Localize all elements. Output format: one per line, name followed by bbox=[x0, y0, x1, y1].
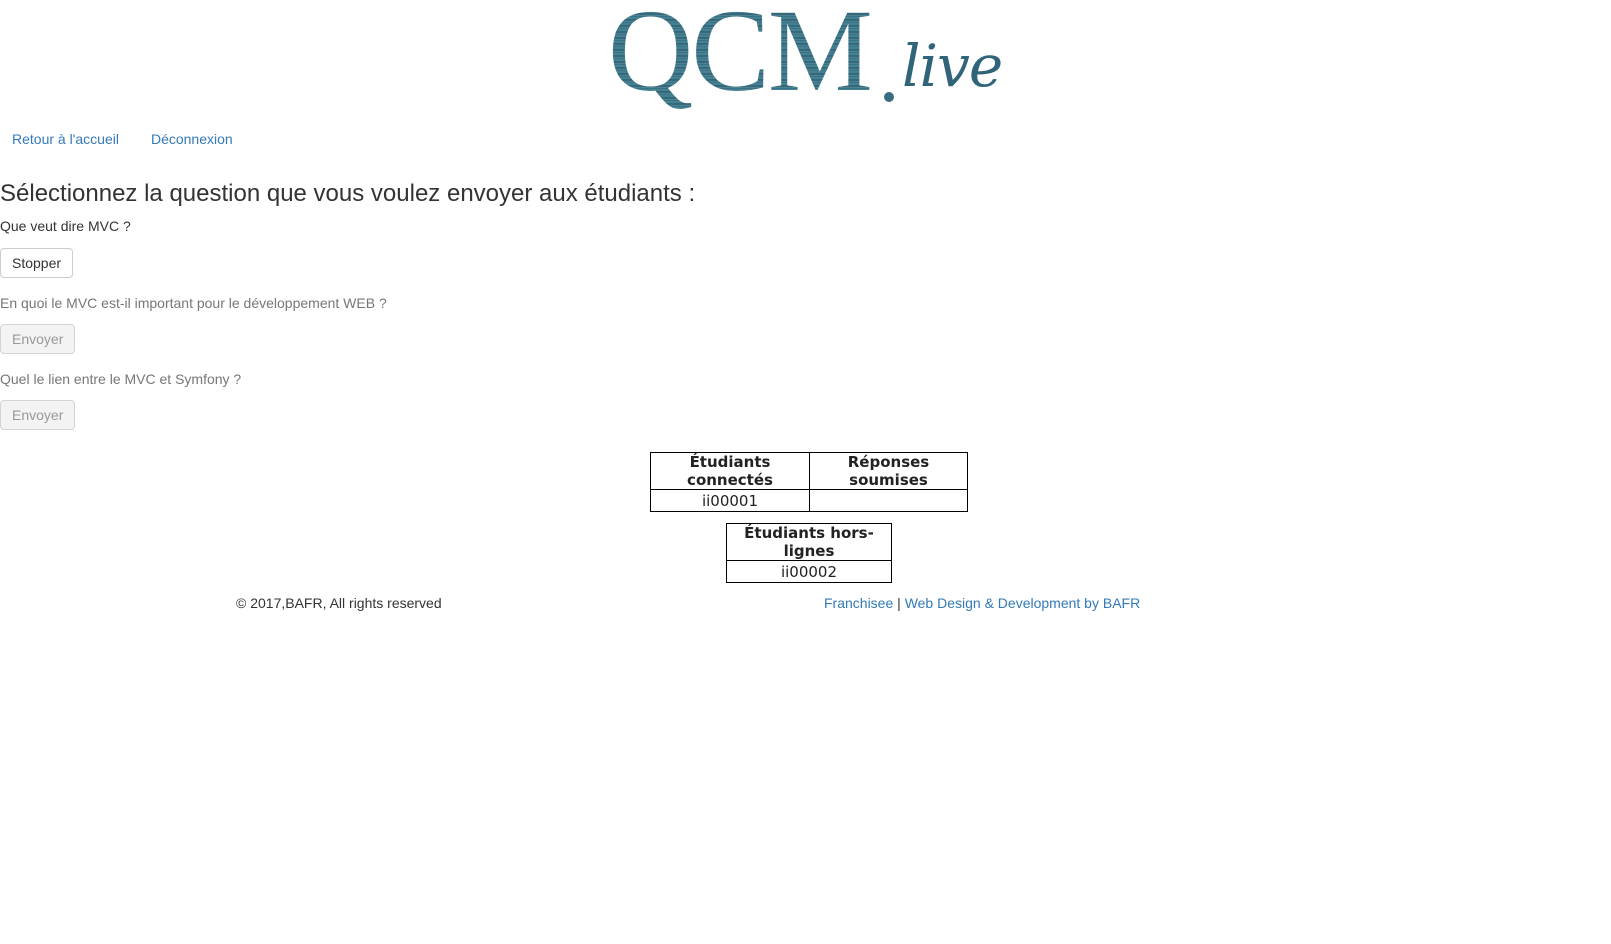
page: QCM live Retour à l'accueil Déconnexion … bbox=[0, 0, 1611, 944]
logout-link[interactable]: Déconnexion bbox=[151, 131, 233, 147]
submitted-answer bbox=[809, 489, 968, 512]
offline-student-id: ii00002 bbox=[726, 560, 892, 583]
qcm-live-logo[interactable]: QCM live bbox=[608, 0, 1008, 118]
footer-credits: Franchisee | Web Design & Development by… bbox=[824, 595, 1140, 611]
send-button-question-3[interactable]: Envoyer bbox=[0, 400, 76, 430]
question-2-text: En quoi le MVC est-il important pour le … bbox=[0, 295, 387, 311]
connected-student-id: ii00001 bbox=[650, 489, 810, 512]
send-button-question-2[interactable]: Envoyer bbox=[0, 324, 76, 354]
table-row: ii00001 bbox=[650, 489, 968, 512]
stop-button[interactable]: Stopper bbox=[0, 248, 74, 278]
footer-separator: | bbox=[897, 595, 901, 611]
question-1-text: Que veut dire MVC ? bbox=[0, 218, 131, 234]
column-header-answers: Réponses soumises bbox=[809, 452, 968, 490]
franchisee-link[interactable]: Franchisee bbox=[824, 595, 893, 611]
logo-dot bbox=[884, 92, 894, 102]
table-row: ii00002 bbox=[726, 560, 892, 583]
column-header-offline: Étudiants hors-lignes bbox=[726, 523, 892, 561]
home-link[interactable]: Retour à l'accueil bbox=[12, 131, 119, 147]
footer-copyright: © 2017,BAFR, All rights reserved bbox=[236, 595, 442, 611]
table-header-row: Étudiants connectés Réponses soumises bbox=[650, 452, 968, 490]
credit-link[interactable]: Web Design & Development by BAFR bbox=[905, 595, 1141, 611]
column-header-connected: Étudiants connectés bbox=[650, 452, 810, 490]
question-3-text: Quel le lien entre le MVC et Symfony ? bbox=[0, 371, 242, 387]
top-nav: Retour à l'accueil Déconnexion bbox=[12, 131, 233, 147]
offline-students-table: Étudiants hors-lignes ii00002 bbox=[726, 523, 892, 583]
table-header-row: Étudiants hors-lignes bbox=[726, 523, 892, 561]
page-title: Sélectionnez la question que vous voulez… bbox=[0, 180, 696, 207]
logo-text: QCM bbox=[608, 0, 873, 110]
connected-students-table: Étudiants connectés Réponses soumises ii… bbox=[650, 452, 968, 512]
logo-suffix: live bbox=[902, 32, 1003, 100]
